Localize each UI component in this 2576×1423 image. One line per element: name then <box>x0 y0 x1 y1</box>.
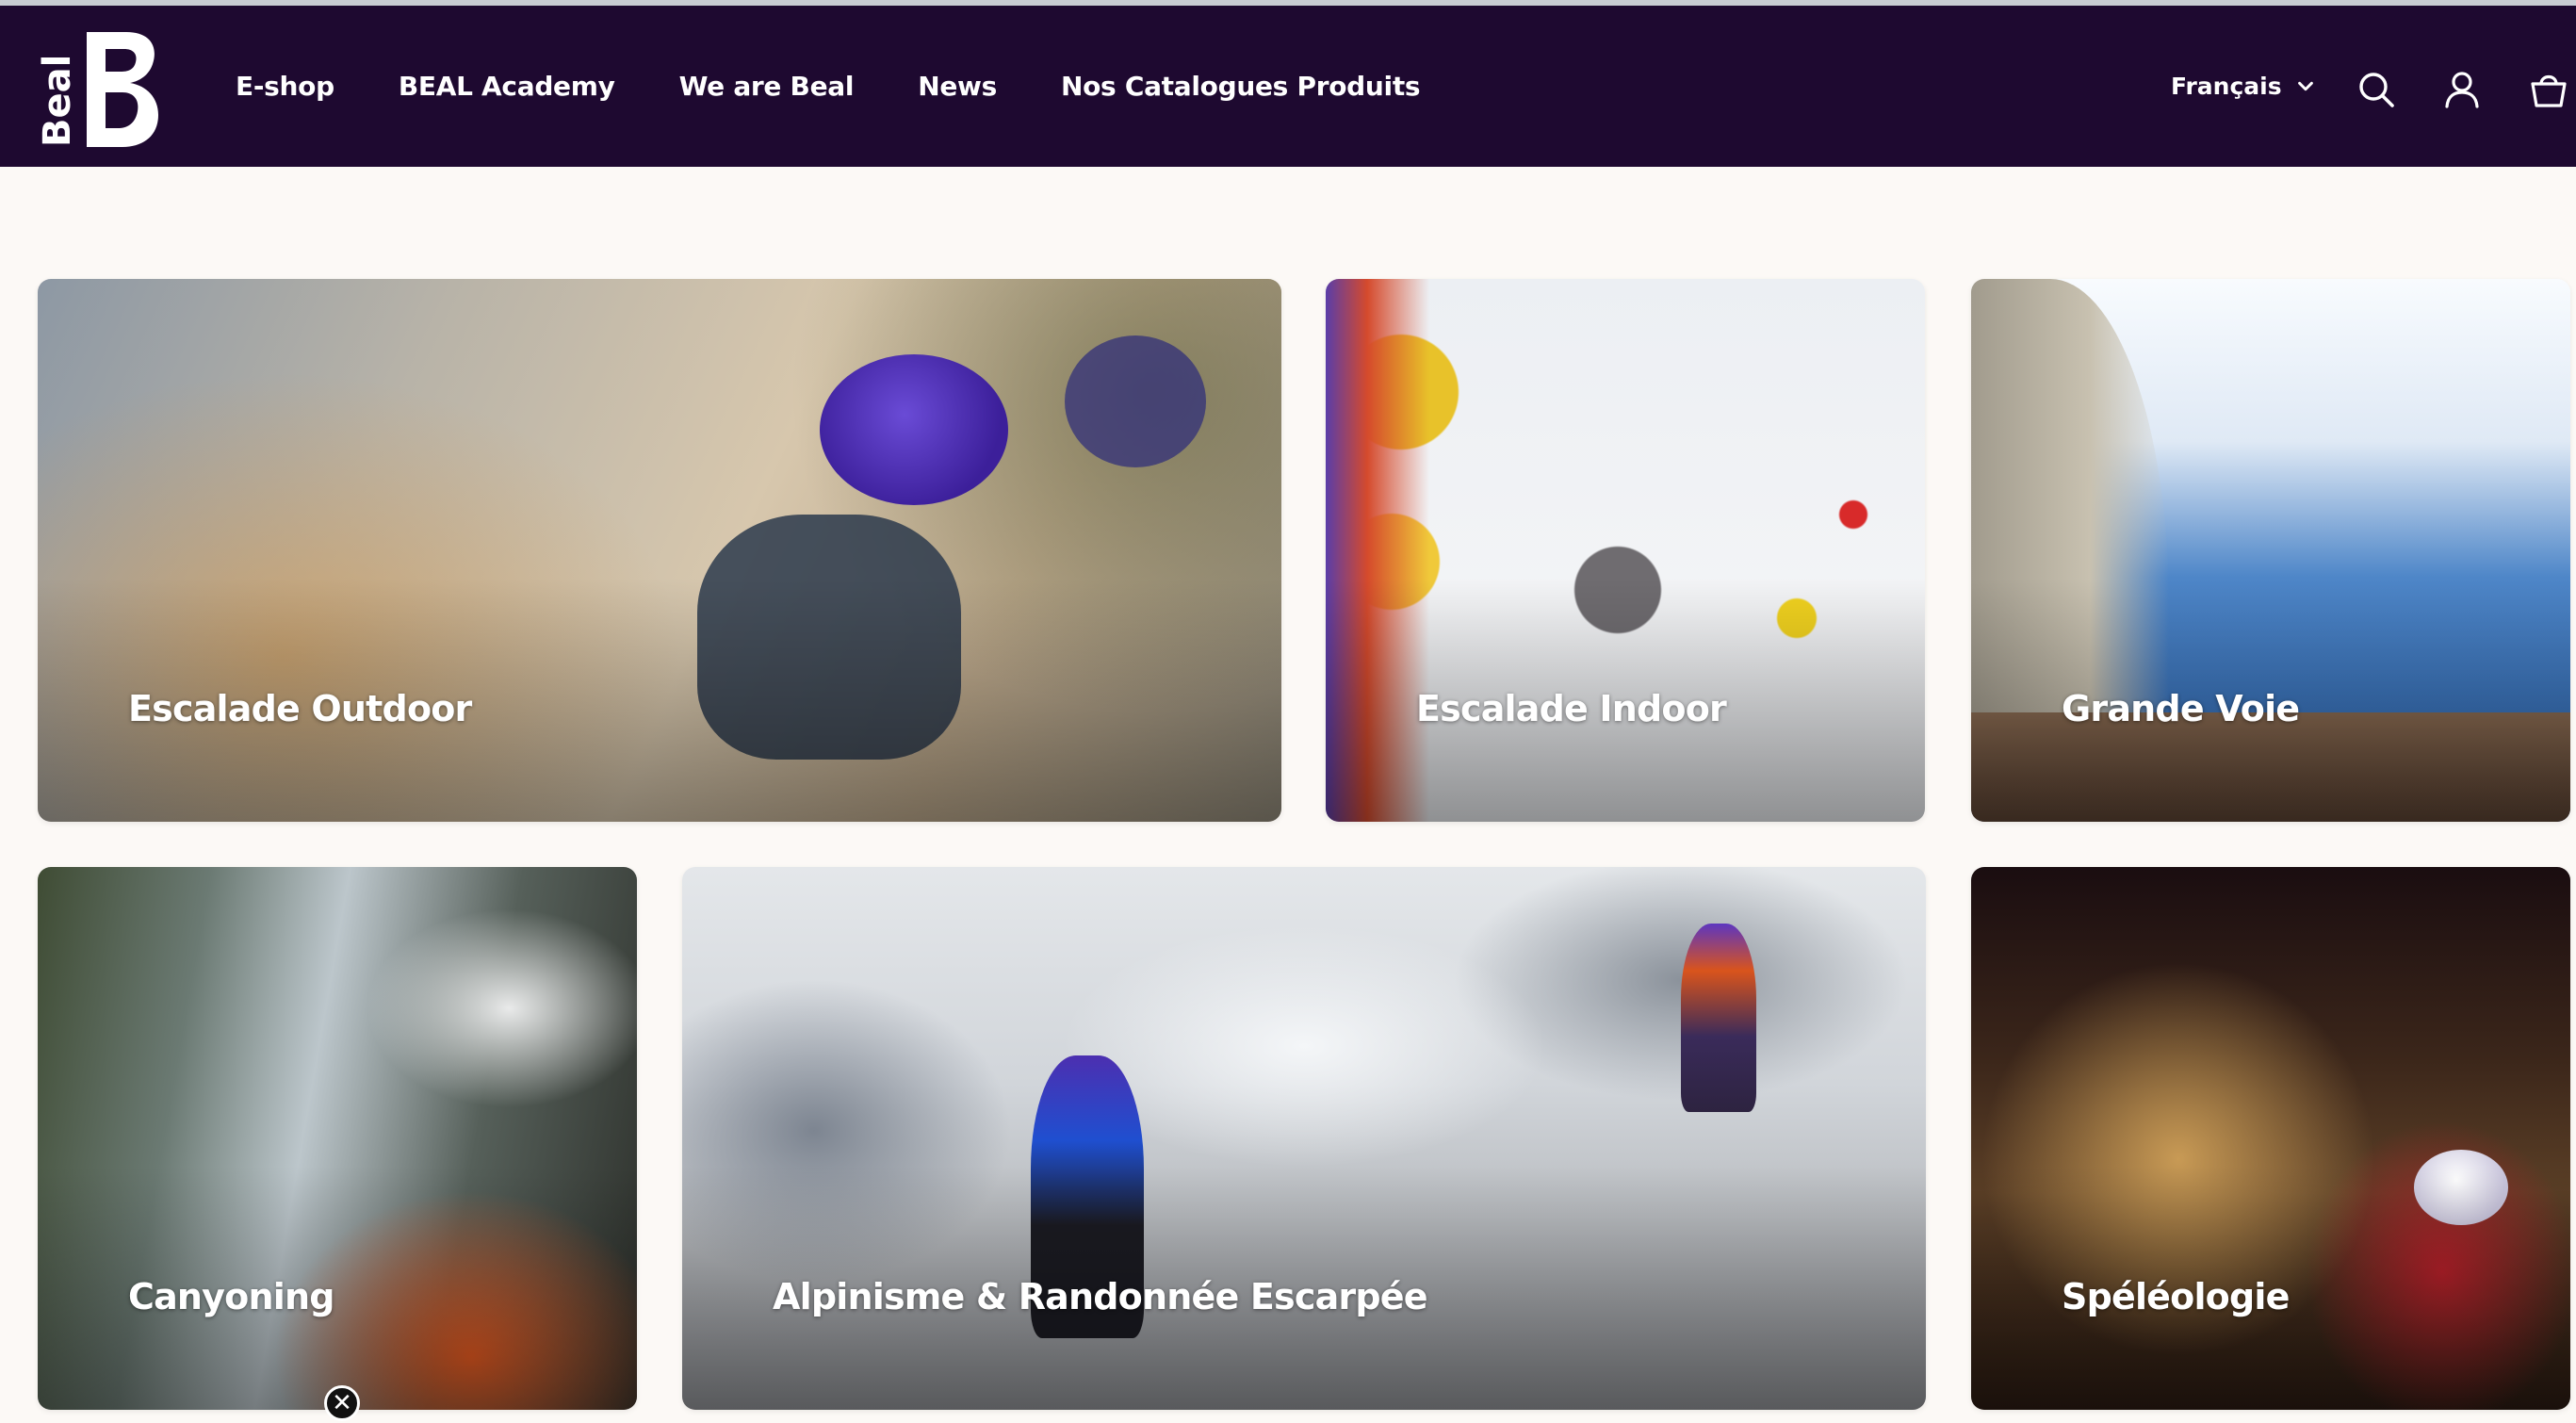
beal-logo-icon: Beal <box>36 32 158 147</box>
category-tile-grande-voie[interactable]: Grande Voie <box>1971 279 2570 822</box>
category-tile-escalade-outdoor[interactable]: Escalade Outdoor <box>38 279 1281 822</box>
nav-item-we-are-beal[interactable]: We are Beal <box>679 71 855 102</box>
nav-item-news[interactable]: News <box>918 71 997 102</box>
nav-item-eshop[interactable]: E-shop <box>236 71 334 102</box>
site-header: Beal E-shop BEAL Academy We are Beal New… <box>0 6 2576 167</box>
main-navigation: E-shop BEAL Academy We are Beal News Nos… <box>236 6 1421 167</box>
beal-logo[interactable]: Beal <box>36 26 162 151</box>
search-button[interactable] <box>2356 70 2396 109</box>
close-icon: ✕ <box>332 1389 352 1417</box>
category-title: Escalade Indoor <box>1416 688 1727 729</box>
language-label: Français <box>2171 73 2282 100</box>
close-popup-button[interactable]: ✕ <box>324 1385 360 1421</box>
chevron-down-icon <box>2297 81 2313 90</box>
climber-orange-photo-detail <box>1681 924 1756 1112</box>
account-button[interactable] <box>2442 70 2482 109</box>
category-tile-alpinisme[interactable]: Alpinisme & Randonnée Escarpée <box>682 867 1926 1410</box>
nav-item-beal-academy[interactable]: BEAL Academy <box>399 71 615 102</box>
climber-helmet-photo-detail <box>820 354 1008 505</box>
category-title: Canyoning <box>128 1276 334 1317</box>
category-tile-escalade-indoor[interactable]: Escalade Indoor <box>1326 279 1925 822</box>
cart-button[interactable] <box>2529 70 2568 109</box>
logo-wordmark: Beal <box>36 55 79 147</box>
nav-item-catalogues[interactable]: Nos Catalogues Produits <box>1061 71 1421 102</box>
category-tile-canyoning[interactable]: Canyoning <box>38 867 637 1410</box>
account-icon <box>2445 72 2479 108</box>
search-icon <box>2359 73 2394 107</box>
category-tile-speleologie[interactable]: Spéléologie <box>1971 867 2570 1410</box>
category-title: Grande Voie <box>2062 688 2300 729</box>
category-title: Spéléologie <box>2062 1276 2290 1317</box>
rope-coil-photo-detail <box>1065 335 1206 467</box>
category-title: Alpinisme & Randonnée Escarpée <box>773 1276 1428 1317</box>
cart-icon <box>2531 74 2567 107</box>
category-title: Escalade Outdoor <box>128 688 472 729</box>
language-selector[interactable]: Français <box>2171 6 2316 167</box>
